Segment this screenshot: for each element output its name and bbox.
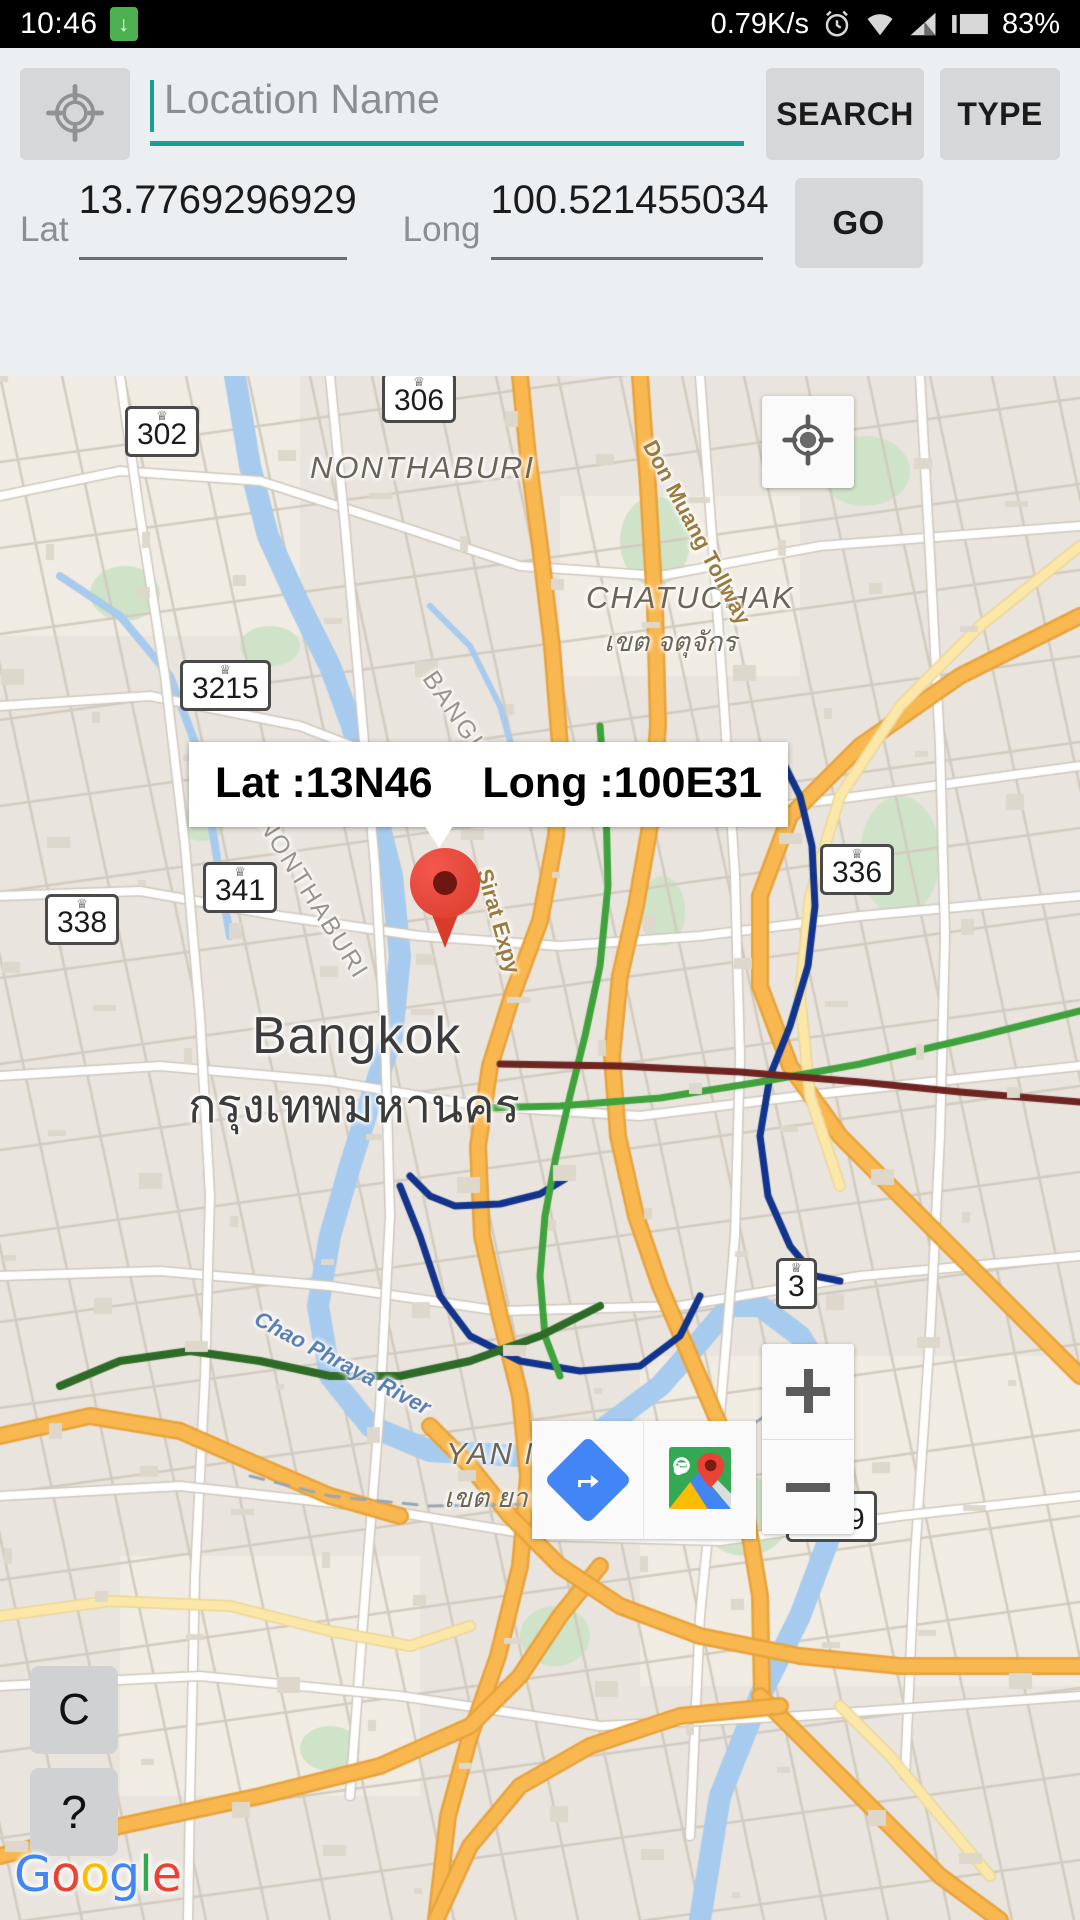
search-button[interactable]: SEARCH (766, 68, 924, 160)
zoom-out-button[interactable] (762, 1440, 854, 1535)
my-location-icon (780, 412, 836, 473)
compass-button[interactable]: C (30, 1666, 118, 1754)
road-shield: ♕ 306 (382, 376, 457, 423)
navigation-arrow-icon (543, 1436, 632, 1524)
zoom-controls[interactable] (762, 1344, 854, 1534)
toolbar-coordinates-row: Lat 13.7769296929 Long 100.521455034 GO (0, 178, 1080, 268)
text-caret (150, 80, 154, 132)
map-tiles (0, 376, 1080, 1920)
zoom-in-button[interactable] (762, 1344, 854, 1440)
long-input[interactable]: 100.521455034 (490, 178, 769, 264)
gps-locate-button[interactable] (20, 68, 130, 160)
status-bar-left: 10:46 ↓ (20, 7, 138, 41)
status-bar-right: 0.79K/s 83% (711, 8, 1060, 41)
google-attribution: Google (14, 1846, 182, 1903)
road-shield: ♕ 3215 (180, 660, 271, 711)
help-button[interactable]: ? (30, 1768, 118, 1856)
google-maps-icon (669, 1446, 731, 1514)
input-underline (490, 257, 763, 260)
info-window-tail (425, 826, 453, 848)
input-underline (150, 141, 744, 146)
status-time: 10:46 (20, 7, 98, 40)
road-shield: ♕ 341 (203, 862, 278, 913)
my-location-button[interactable] (762, 396, 854, 488)
lat-input[interactable]: 13.7769296929 (78, 178, 357, 264)
lat-value: 13.7769296929 (78, 178, 357, 222)
road-shield: ♕ 338 (45, 894, 120, 945)
wifi-icon (865, 11, 895, 37)
location-name-placeholder: Location Name (164, 76, 440, 122)
location-pin[interactable] (410, 848, 480, 948)
go-button[interactable]: GO (794, 178, 923, 268)
open-google-maps-button[interactable] (644, 1421, 756, 1539)
long-value: 100.521455034 (490, 178, 769, 222)
marker-info-window[interactable]: Lat :13N46 Long :100E31 (189, 742, 788, 827)
road-shield: ♕ 336 (820, 844, 895, 895)
lat-label: Lat (20, 210, 69, 249)
road-shield: ♕ 3 (776, 1258, 817, 1309)
gps-target-icon (46, 83, 104, 145)
toolbar-search-row: Location Name SEARCH TYPE (0, 66, 1080, 162)
cell-signal-icon (908, 11, 938, 37)
location-name-input[interactable]: Location Name (150, 68, 744, 160)
info-window-long: Long :100E31 (482, 759, 762, 807)
road-shield: ♕ 302 (125, 406, 200, 457)
map-action-buttons[interactable] (532, 1421, 756, 1539)
battery-percent: 83% (1001, 7, 1060, 40)
download-arrow-icon: ↓ (109, 7, 138, 41)
long-label: Long (402, 210, 481, 249)
input-underline (78, 257, 347, 260)
info-window-lat: Lat :13N46 (215, 759, 433, 807)
battery-icon (951, 11, 989, 37)
map-view[interactable]: NONTHABURI CHATUCHAK เขต จตุจักร Bangkok กรุ… (0, 376, 1080, 1920)
status-bar: 10:46 ↓ 0.79K/s 83% (0, 0, 1080, 48)
directions-button[interactable] (532, 1421, 644, 1539)
search-toolbar: Location Name SEARCH TYPE Lat 13.7769296… (0, 48, 1080, 416)
alarm-clock-icon (822, 9, 852, 39)
type-button[interactable]: TYPE (940, 68, 1060, 160)
network-speed: 0.79K/s (710, 7, 809, 40)
